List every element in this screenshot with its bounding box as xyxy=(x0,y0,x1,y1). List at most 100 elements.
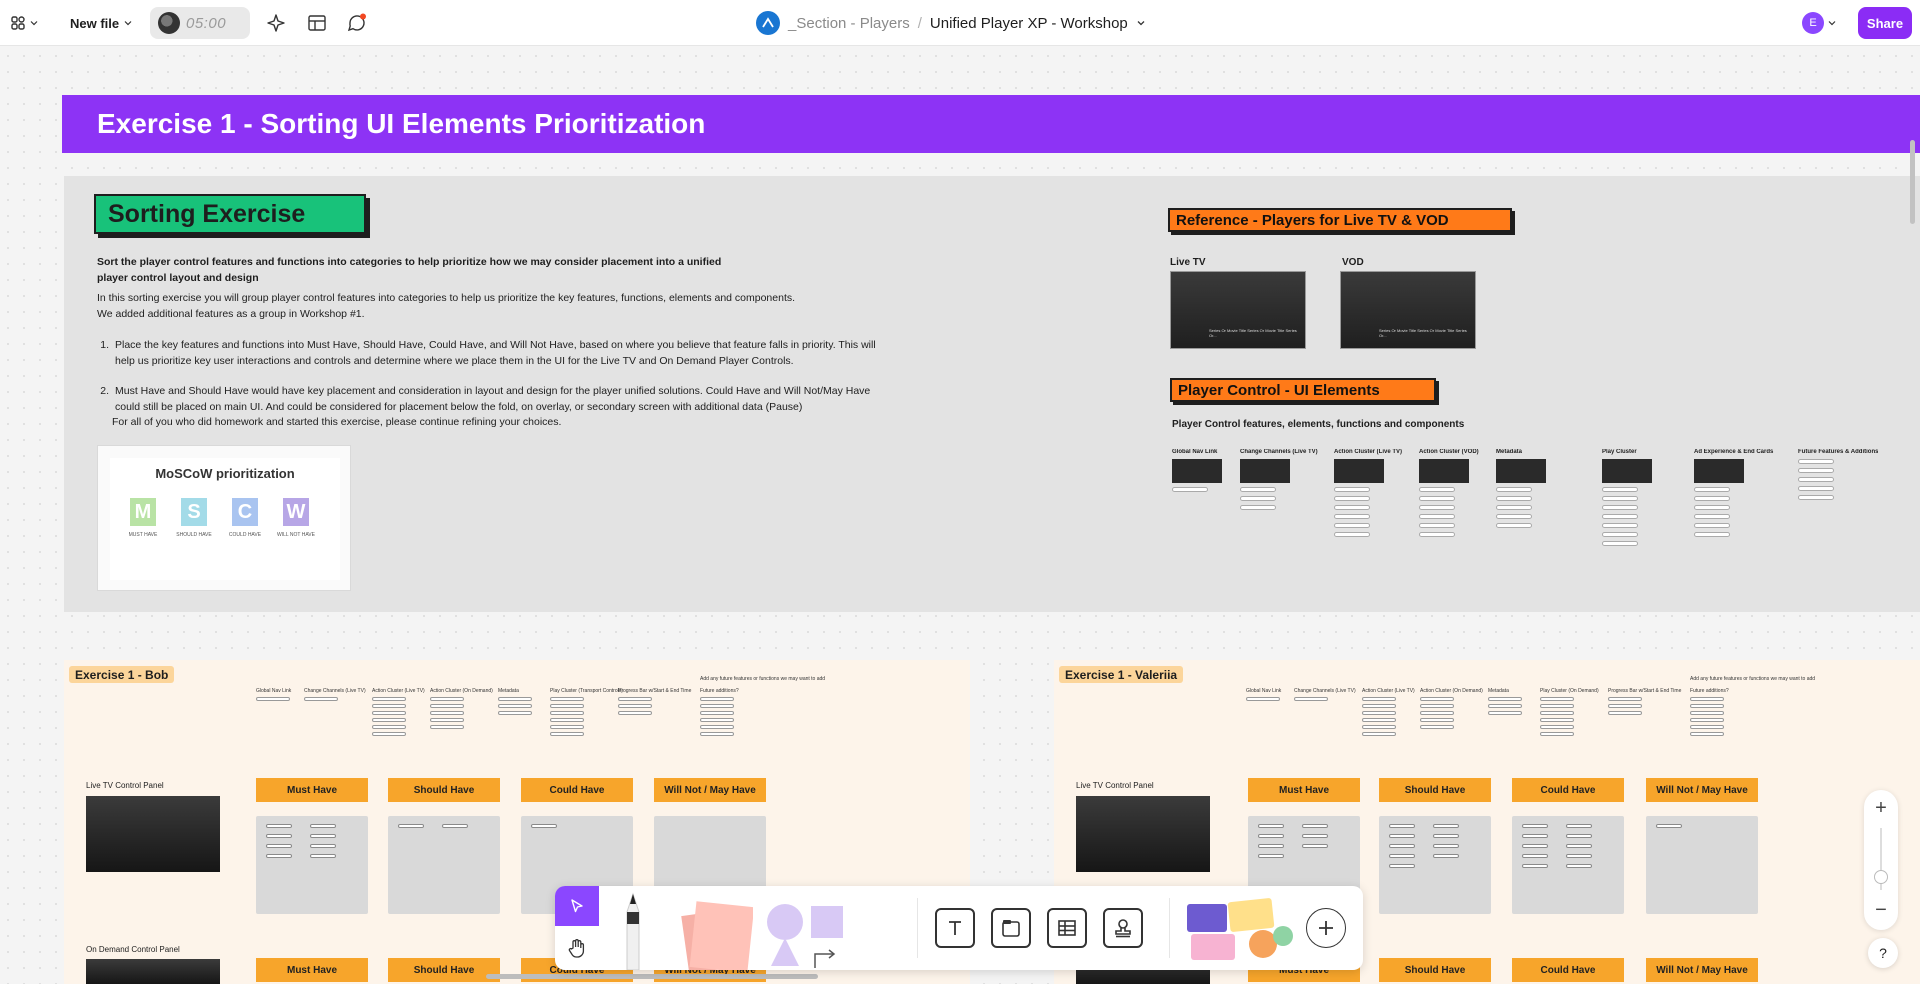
feature-chip[interactable] xyxy=(531,824,557,828)
user-menu[interactable]: E xyxy=(1802,11,1846,35)
sorting-exercise-title[interactable]: Sorting Exercise xyxy=(94,194,366,234)
feature-chip[interactable] xyxy=(1694,505,1730,510)
category-drop-zone[interactable] xyxy=(388,816,500,914)
feature-chip[interactable] xyxy=(1433,824,1459,828)
player-control-column[interactable]: Future Features & Additions xyxy=(1798,449,1878,500)
feature-chip[interactable] xyxy=(1602,532,1638,537)
feature-chip[interactable] xyxy=(304,697,338,701)
timer-widget[interactable]: 05:00 xyxy=(150,7,250,39)
feature-chip[interactable] xyxy=(1522,854,1548,858)
board-title-tag[interactable]: Exercise 1 - Valeriia xyxy=(1059,666,1184,683)
share-button[interactable]: Share xyxy=(1858,7,1912,39)
feature-chip[interactable] xyxy=(372,711,406,715)
feature-chip[interactable] xyxy=(700,725,734,729)
feature-chip[interactable] xyxy=(1258,854,1284,858)
feature-chip[interactable] xyxy=(1540,725,1574,729)
feature-chip[interactable] xyxy=(1334,532,1370,537)
feature-chip[interactable] xyxy=(1362,718,1396,722)
player-control-column[interactable]: Change Channels (Live TV) xyxy=(1240,449,1320,510)
category-header[interactable]: Should Have xyxy=(388,778,500,802)
category-header[interactable]: Will Not / May Have xyxy=(654,778,766,802)
feature-chip[interactable] xyxy=(1420,718,1454,722)
feature-chip[interactable] xyxy=(498,711,532,715)
feature-chip[interactable] xyxy=(1690,725,1724,729)
feature-chip[interactable] xyxy=(1496,523,1532,528)
feature-chip[interactable] xyxy=(700,718,734,722)
feature-chip[interactable] xyxy=(430,704,464,708)
shapes-tool-button[interactable] xyxy=(755,896,845,970)
feature-column[interactable]: Progress Bar w/Start & End Time xyxy=(618,688,691,715)
feature-chip[interactable] xyxy=(1258,844,1284,848)
category-header[interactable]: Must Have xyxy=(1248,778,1360,802)
feature-chip[interactable] xyxy=(1690,697,1724,701)
reference-title[interactable]: Reference - Players for Live TV & VOD xyxy=(1168,208,1512,232)
feature-chip[interactable] xyxy=(1798,468,1834,473)
feature-chip[interactable] xyxy=(1496,496,1532,501)
ai-button[interactable] xyxy=(264,11,288,35)
feature-chip[interactable] xyxy=(1496,487,1532,492)
category-header[interactable]: Should Have xyxy=(1379,778,1491,802)
feature-column[interactable]: Action Cluster (Live TV) xyxy=(372,688,425,736)
feature-chip[interactable] xyxy=(372,697,406,701)
feature-column[interactable]: Metadata xyxy=(498,688,532,715)
feature-chip[interactable] xyxy=(1540,718,1574,722)
add-more-button[interactable] xyxy=(1306,908,1346,948)
category-header[interactable]: Could Have xyxy=(521,778,633,802)
feature-chip[interactable] xyxy=(1690,718,1724,722)
feature-column[interactable]: Play Cluster (Transport Controls) xyxy=(550,688,623,736)
feature-chip[interactable] xyxy=(1258,824,1284,828)
category-header[interactable]: Could Have xyxy=(1512,778,1624,802)
feature-chip[interactable] xyxy=(310,834,336,838)
feature-chip[interactable] xyxy=(1566,854,1592,858)
feature-chip[interactable] xyxy=(1496,514,1532,519)
feature-chip[interactable] xyxy=(442,824,468,828)
feature-column[interactable]: Change Channels (Live TV) xyxy=(1294,688,1356,701)
feature-chip[interactable] xyxy=(1540,704,1574,708)
feature-chip[interactable] xyxy=(1433,834,1459,838)
feature-column[interactable]: Future additions? xyxy=(700,688,739,736)
feature-chip[interactable] xyxy=(550,732,584,736)
feature-chip[interactable] xyxy=(1608,697,1642,701)
feature-chip[interactable] xyxy=(1420,704,1454,708)
category-header[interactable]: Should Have xyxy=(388,958,500,982)
feature-chip[interactable] xyxy=(1488,704,1522,708)
section-tool-button[interactable] xyxy=(991,908,1031,948)
feature-chip[interactable] xyxy=(1419,523,1455,528)
instructions-panel[interactable]: Sorting Exercise Sort the player control… xyxy=(64,176,1920,612)
feature-chip[interactable] xyxy=(1334,487,1370,492)
new-file-button[interactable]: New file xyxy=(58,10,136,36)
feature-chip[interactable] xyxy=(1389,844,1415,848)
feature-column[interactable]: Global Nav Link xyxy=(1246,688,1281,701)
feature-chip[interactable] xyxy=(1602,496,1638,501)
feature-chip[interactable] xyxy=(1798,495,1834,500)
feature-column[interactable]: Action Cluster (On Demand) xyxy=(430,688,493,729)
feature-chip[interactable] xyxy=(266,834,292,838)
horizontal-scrollbar[interactable] xyxy=(486,974,818,979)
feature-chip[interactable] xyxy=(1608,711,1642,715)
feature-chip[interactable] xyxy=(266,824,292,828)
feature-chip[interactable] xyxy=(700,697,734,701)
feature-chip[interactable] xyxy=(1540,711,1574,715)
feature-chip[interactable] xyxy=(1488,711,1522,715)
feature-chip[interactable] xyxy=(1334,523,1370,528)
feature-chip[interactable] xyxy=(1566,844,1592,848)
feature-chip[interactable] xyxy=(1522,834,1548,838)
feature-chip[interactable] xyxy=(1302,824,1328,828)
feature-chip[interactable] xyxy=(1389,864,1415,868)
feature-chip[interactable] xyxy=(1496,505,1532,510)
feature-chip[interactable] xyxy=(1602,541,1638,546)
feature-chip[interactable] xyxy=(1798,486,1834,491)
feature-chip[interactable] xyxy=(1334,505,1370,510)
feature-chip[interactable] xyxy=(1566,834,1592,838)
feature-chip[interactable] xyxy=(1334,496,1370,501)
feature-chip[interactable] xyxy=(1419,532,1455,537)
feature-chip[interactable] xyxy=(1694,514,1730,519)
feature-chip[interactable] xyxy=(1240,496,1276,501)
feature-column[interactable]: Add any future features or functions we … xyxy=(1690,676,1815,682)
feature-chip[interactable] xyxy=(266,844,292,848)
feature-chip[interactable] xyxy=(618,704,652,708)
widgets-button[interactable] xyxy=(1183,896,1301,964)
feature-chip[interactable] xyxy=(372,732,406,736)
feature-chip[interactable] xyxy=(1608,704,1642,708)
feature-chip[interactable] xyxy=(1420,711,1454,715)
